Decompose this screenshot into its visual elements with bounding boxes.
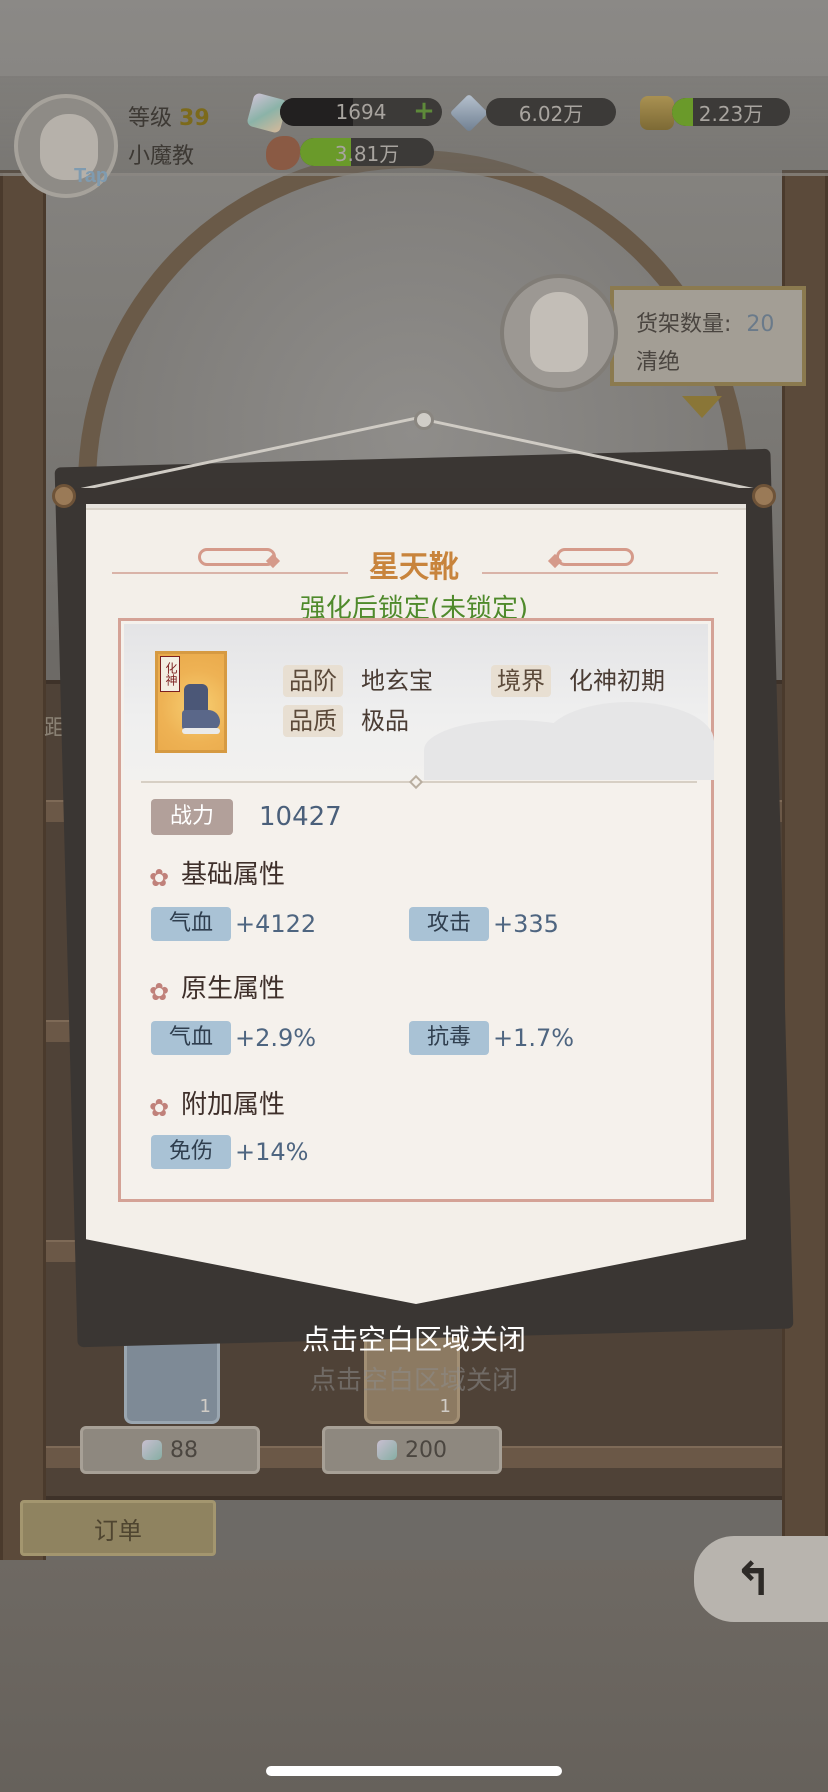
attr-value: +1.7% <box>493 1024 575 1052</box>
attr-value: +2.9% <box>235 1024 317 1052</box>
resource-value: 2.23万 <box>698 101 764 126</box>
player-name: 小魔教 <box>128 144 195 169</box>
add-gem-icon[interactable]: + <box>412 98 436 124</box>
quality-value: 极品 <box>361 707 409 735</box>
level-label: 等级 <box>128 106 173 131</box>
section-title-text: 基础属性 <box>181 860 286 890</box>
return-arrow-icon: ↰ <box>734 1552 773 1606</box>
level-display: 等级 39 <box>128 100 210 132</box>
section-title-base: ✿ 基础属性 <box>149 857 285 893</box>
section-title-text: 原生属性 <box>181 974 286 1004</box>
price-tag[interactable]: 200 <box>322 1426 502 1474</box>
clerk-avatar[interactable] <box>500 274 618 392</box>
boots-item-icon: 化神 <box>155 651 227 753</box>
close-hint-button[interactable]: 点击空白区域关闭 <box>0 1318 828 1358</box>
resource-value: 6.02万 <box>518 101 584 126</box>
shelf-count-label: 货架数量: <box>636 312 732 337</box>
power-value: 10427 <box>259 802 342 832</box>
player-avatar[interactable]: Tap <box>14 94 118 198</box>
boot-foot <box>182 710 220 730</box>
attr-value: +335 <box>493 910 559 938</box>
rod-knob <box>752 484 776 508</box>
quality-label: 品质 <box>283 705 343 737</box>
section-title-native: ✿ 原生属性 <box>149 971 285 1007</box>
realm-label: 境界 <box>491 665 551 697</box>
realm-value: 化神初期 <box>569 667 665 695</box>
grade-value: 地玄宝 <box>361 667 433 695</box>
resource-gold[interactable]: 2.23万 <box>672 98 790 126</box>
grade-label: 品阶 <box>283 665 343 697</box>
back-button[interactable]: ↰ <box>694 1536 828 1622</box>
attr-label: 气血 <box>151 907 231 941</box>
scroll-rod <box>58 488 770 504</box>
shelf-count-panel[interactable]: 货架数量: 20 清绝 <box>610 286 806 386</box>
clerk-face <box>530 292 588 372</box>
gem-icon <box>377 1440 397 1460</box>
level-value: 39 <box>179 106 210 131</box>
gem-icon <box>142 1440 162 1460</box>
section-title-text: 附加属性 <box>181 1090 286 1120</box>
shelf-count-row: 货架数量: 20 <box>636 306 774 338</box>
power-label: 战力 <box>151 799 233 835</box>
flower-icon: ✿ <box>149 978 170 1006</box>
item-count: 1 <box>439 1396 451 1417</box>
section-title-extra: ✿ 附加属性 <box>149 1087 285 1123</box>
avatar-tap-label: Tap <box>74 165 109 187</box>
clerk-name: 清绝 <box>636 350 681 375</box>
item-title: 星天靴 <box>369 550 459 585</box>
gold-icon <box>640 96 674 130</box>
resource-value: 1694 <box>335 100 387 124</box>
mountain-decoration <box>544 702 714 780</box>
meat-icon <box>266 136 300 170</box>
resource-meat[interactable]: 3.81万 <box>300 138 434 166</box>
boot-icon <box>176 684 220 736</box>
attr-label: 抗毒 <box>409 1021 489 1055</box>
scroll-hanger-pin <box>414 410 434 430</box>
background-close-hint: 点击空白区域关闭 <box>309 1366 518 1396</box>
home-indicator[interactable] <box>266 1766 562 1776</box>
resource-crystal[interactable]: 6.02万 <box>486 98 616 126</box>
price-tag[interactable]: 88 <box>80 1426 260 1474</box>
shelf-count-value: 20 <box>746 312 775 337</box>
item-count: 1 <box>199 1396 211 1417</box>
price-value: 88 <box>170 1437 198 1463</box>
resource-fill <box>672 98 694 126</box>
rod-knob <box>52 484 76 508</box>
flower-icon: ✿ <box>149 864 170 892</box>
attr-label: 免伤 <box>151 1135 231 1169</box>
attr-value: +4122 <box>235 910 317 938</box>
item-detail-card: 化神 品阶 地玄宝 境界 化神初期 品质 极品 战力 10427 ✿ 基础属性 气… <box>118 618 714 1202</box>
boot-sole <box>182 728 220 734</box>
flower-icon: ✿ <box>149 1094 170 1122</box>
attr-label: 攻击 <box>409 907 489 941</box>
order-button[interactable]: 订单 <box>20 1500 216 1556</box>
price-value: 200 <box>405 1437 447 1463</box>
attr-value: +14% <box>235 1138 309 1166</box>
chevron-down-icon[interactable] <box>682 396 722 418</box>
attr-label: 气血 <box>151 1021 231 1055</box>
resource-gem[interactable]: 1694 + <box>280 98 442 126</box>
resource-value: 3.81万 <box>334 141 400 166</box>
